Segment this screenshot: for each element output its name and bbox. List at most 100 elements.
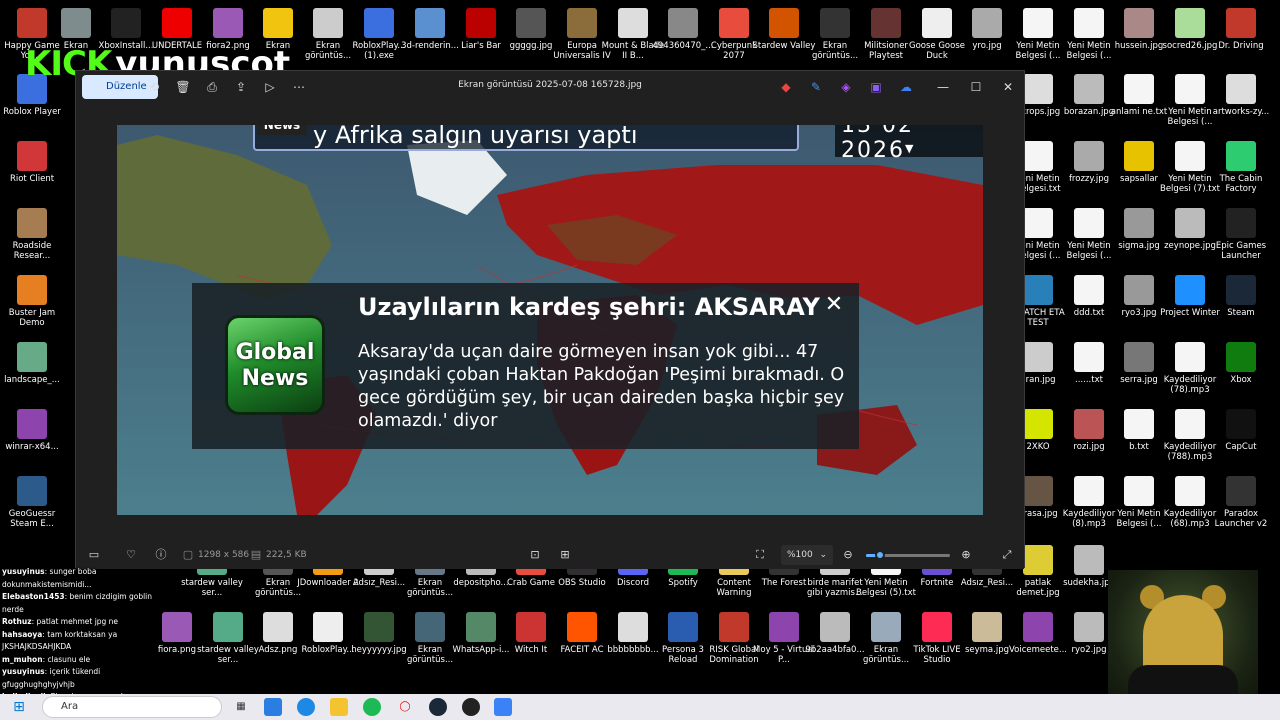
desktop-icon-image [1023,8,1053,38]
desktop-icon-image [61,8,91,38]
edge-icon[interactable] [297,698,315,716]
chat-username: yusuyinus [2,667,45,676]
desktop-icon-label: winrar-x64... [5,442,59,452]
start-icon[interactable]: ⊞ [10,698,28,716]
desktop-icon-image [313,8,343,38]
desktop-icon-image [1023,612,1053,642]
news-popup: Global News Uzaylıların kardeş şehri: AK… [192,283,859,449]
desktop-icon-image [1226,409,1256,439]
title-bar[interactable]: Düzenle ⟲ 🗑 ⎙ ⇪ ▷ ⋯ Ekran görüntüsü 2025… [76,71,1024,103]
desktop-icon-image [972,612,1002,642]
paint-icon[interactable]: ✎ [808,79,824,95]
file-size-icon: ▤ [250,548,262,561]
maximize-button[interactable]: ☐ [961,77,991,97]
desktop-icon-label: The Cabin Factory [1219,174,1263,194]
favorite-icon[interactable]: ♡ [123,547,139,563]
steam-icon[interactable] [429,698,447,716]
fullscreen-icon[interactable]: ⤢ [999,547,1015,563]
desktop-icon-label: artworks-zy... [1212,107,1270,117]
taskbar-search[interactable]: Ara [42,696,222,718]
zoom-in-icon[interactable]: ⊕ [958,547,974,563]
desktop-icon[interactable]: Xbox [1209,342,1273,385]
file-size: 222,5 KB [266,550,307,560]
taskbar: ⊞ Ara ▦ ◯ [0,694,1280,720]
desktop-icon-image [17,208,47,238]
designer-icon[interactable]: ◈ [838,79,854,95]
store-icon[interactable] [264,698,282,716]
desktop-icon-image [769,612,799,642]
image-size-icon: ▢ [182,548,194,561]
desktop-icon-image [1124,141,1154,171]
desktop-icon[interactable]: Riot Client [0,141,64,184]
desktop-icon[interactable]: Steam [1209,275,1273,318]
desktop-icon-image [1175,275,1205,305]
file-explorer-icon[interactable] [330,698,348,716]
desktop-icon[interactable]: CapCut [1209,409,1273,452]
logo-line-2: News [241,366,309,391]
desktop-icon[interactable]: GeoGuessr Steam E... [0,476,64,529]
onedrive-icon[interactable]: ☁ [898,79,914,95]
desktop-icon-image [618,8,648,38]
desktop-icon-image [17,476,47,506]
desktop-icon-image [1226,476,1256,506]
zoom-out-icon[interactable]: ⊖ [840,547,856,563]
desktop-icon-image [1074,409,1104,439]
copilot-icon[interactable]: ◆ [778,79,794,95]
task-view-icon[interactable]: ▦ [232,698,250,716]
desktop-icon-image [1074,342,1104,372]
zoom-slider[interactable] [866,550,950,560]
desktop-icon-image [466,8,496,38]
zoom-level-value: %100 [787,550,813,560]
desktop-icon-image [1124,8,1154,38]
desktop-icon-label: Dr. Driving [1218,41,1264,51]
desktop-icon[interactable]: winrar-x64... [0,409,64,452]
desktop-icon[interactable]: artworks-zy... [1209,74,1273,117]
desktop-icon-image [871,8,901,38]
desktop-icon[interactable]: Epic Games Launcher [1209,208,1273,261]
desktop-icon-image [1226,342,1256,372]
minimize-button[interactable]: — [928,77,958,97]
desktop-icon-image [1074,476,1104,506]
desktop-icon-image [1074,8,1104,38]
clipchamp-icon[interactable]: ▣ [868,79,884,95]
opera-icon[interactable]: ◯ [396,698,414,716]
desktop-icon-image [567,612,597,642]
obs-icon[interactable] [462,698,480,716]
desktop-icon[interactable]: The Cabin Factory [1209,141,1273,194]
desktop-icon-image [1023,208,1053,238]
desktop-icon[interactable]: Dr. Driving [1209,8,1273,51]
desktop-icon-image [1124,208,1154,238]
spotify-icon[interactable] [363,698,381,716]
desktop-icon-image [162,8,192,38]
desktop-icon-image [1124,476,1154,506]
image-viewer[interactable]: News y Afrika salgın uyarısı yaptı 13 02… [117,125,983,515]
popup-close-icon[interactable]: ✕ [822,293,846,317]
chat-username: Elebaston1453 [2,592,65,601]
photos-icon[interactable] [494,698,512,716]
search-label: Ara [61,701,79,712]
text-extract-icon[interactable]: ⊞ [557,547,573,563]
zoom-level-select[interactable]: %100 ⌄ [781,545,833,565]
visual-search-icon[interactable]: ⊡ [527,547,543,563]
chat-message: m_muhon: clasunu ele [2,654,172,667]
desktop-icon[interactable]: Paradox Launcher v2 [1209,476,1273,529]
zoom-slider-thumb[interactable] [875,550,886,560]
chat-message: Elebaston1453: benim cizdigim goblin ner… [2,591,172,616]
desktop-icon[interactable]: Roadside Resear... [0,208,64,261]
desktop-icon-label: Xbox [1230,375,1252,385]
chat-message: yusuyinus: içerik tükendi gfugghughghyjv… [2,666,172,691]
info-icon[interactable]: ⓘ [153,547,169,563]
desktop-icon[interactable]: Buster Jam Demo [0,275,64,328]
desktop-icon-image [1124,74,1154,104]
fit-to-window-icon[interactable]: ⛶ [752,547,768,563]
desktop-icon-image [1175,476,1205,506]
filmstrip-icon[interactable]: ▭ [86,547,102,563]
desktop-icon-image [111,8,141,38]
desktop-icon-label: GeoGuessr Steam E... [8,509,56,529]
desktop-icon-image [922,612,952,642]
desktop-icon[interactable]: landscape_... [0,342,64,385]
desktop-icon-image [567,8,597,38]
close-button[interactable]: ✕ [993,77,1023,97]
photos-window: Düzenle ⟲ 🗑 ⎙ ⇪ ▷ ⋯ Ekran görüntüsü 2025… [75,70,1025,569]
desktop-icon-label: stardew valley ser... [181,578,243,598]
